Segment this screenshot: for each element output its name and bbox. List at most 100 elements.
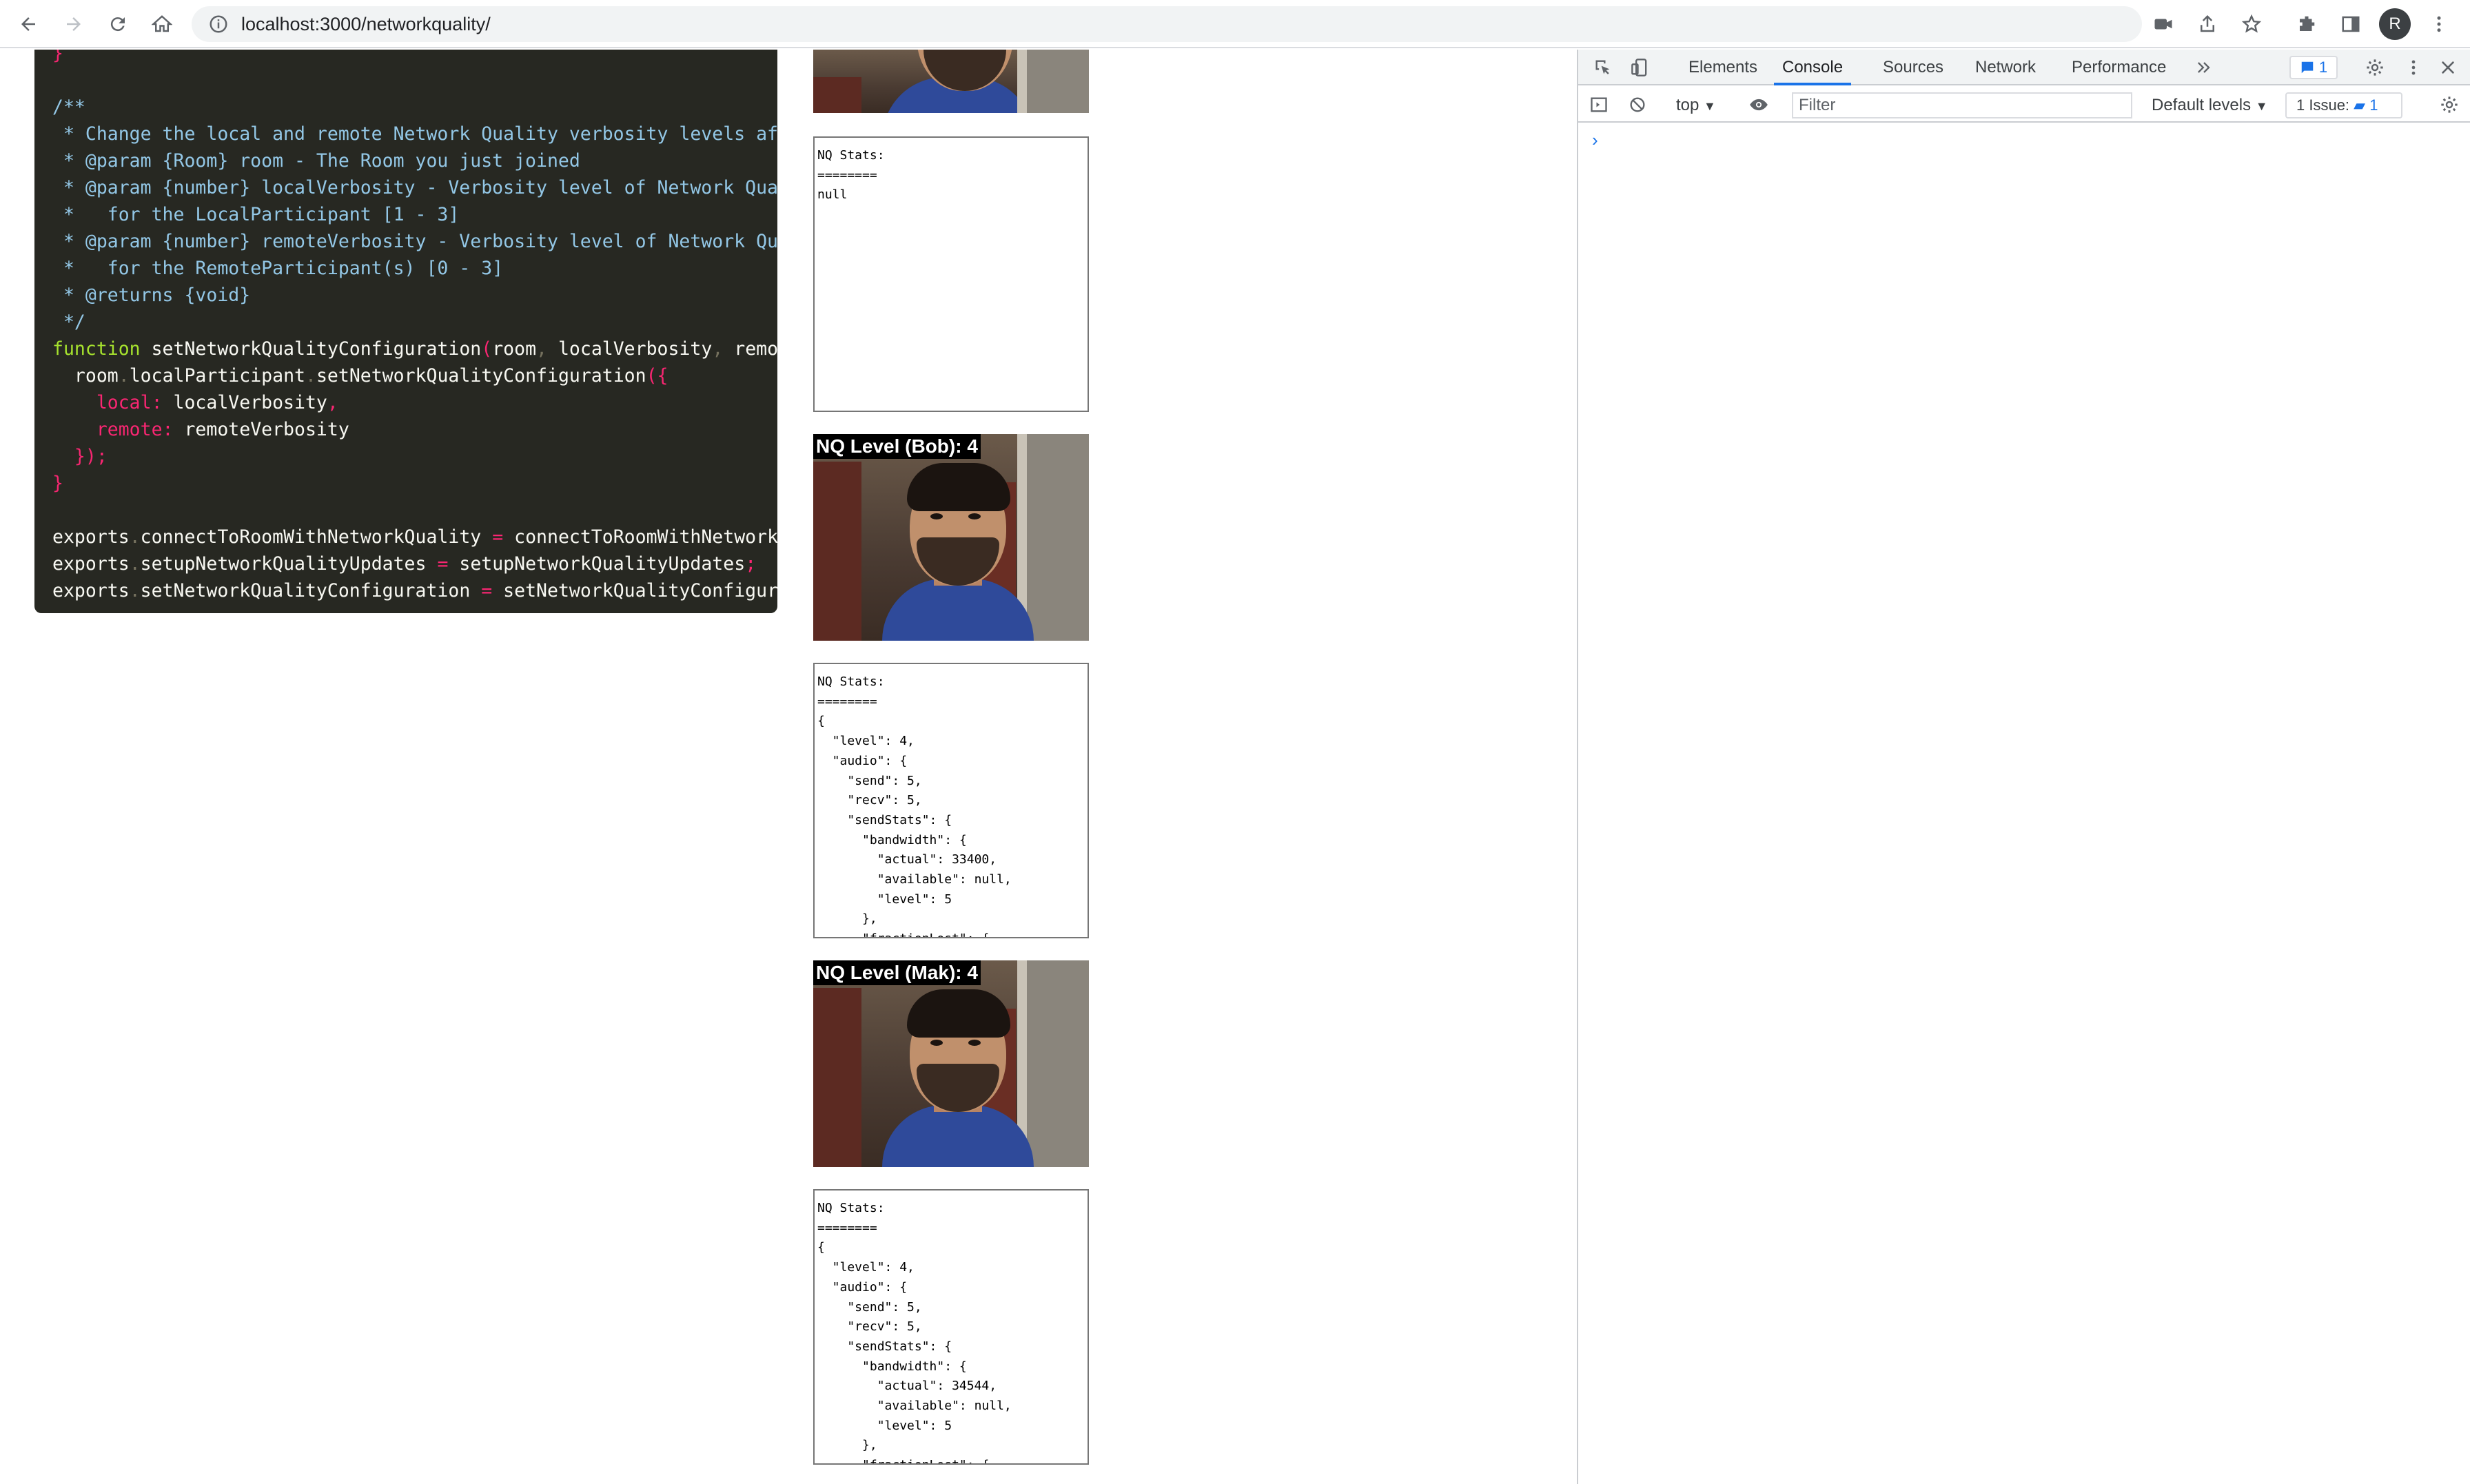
code-token: (: [481, 338, 493, 360]
tab-sources[interactable]: Sources: [1883, 50, 1943, 85]
tab-console[interactable]: Console: [1774, 50, 1852, 85]
code-token: ;: [745, 553, 757, 575]
extensions-button[interactable]: [2291, 8, 2323, 40]
messages-badge[interactable]: 1: [2289, 56, 2338, 79]
code-token: * @param {Room} room - The Room you just…: [52, 150, 580, 172]
devtools-menu-button[interactable]: [2402, 56, 2425, 79]
code-token: remote: [52, 419, 163, 440]
code-line: * for the LocalParticipant [1 - 3]: [52, 201, 459, 228]
inspect-cursor-icon: [1595, 60, 1610, 74]
share-button[interactable]: [2192, 8, 2223, 40]
console-prompt[interactable]: ›: [1592, 130, 1598, 151]
tab-performance[interactable]: Performance: [2072, 50, 2166, 85]
address-bar[interactable]: localhost:3000/networkquality/: [192, 6, 2142, 42]
forward-button[interactable]: [57, 7, 91, 41]
side-panel-button[interactable]: [2335, 8, 2367, 40]
code-token: setNetworkQualityConfiguration: [316, 365, 646, 387]
device-icon: [1631, 59, 1647, 76]
bob-stats-box: NQ Stats: ======== { "level": 4, "audio"…: [813, 663, 1089, 938]
dropdown-arrow-icon: ▼: [1704, 99, 1716, 113]
issues-button[interactable]: 1 Issue: ▰ 1: [2285, 92, 2402, 118]
kebab-menu-icon: [2437, 16, 2441, 32]
home-button[interactable]: [145, 7, 179, 41]
code-token: setNetworkQualityConfiguration: [151, 338, 482, 360]
local-stats-text: NQ Stats: ======== null: [817, 148, 885, 203]
log-levels-selector[interactable]: Default levels ▼: [2152, 92, 2268, 118]
code-token: =: [437, 553, 460, 575]
live-expression-button[interactable]: [1748, 94, 1770, 116]
clear-console-button[interactable]: [1626, 94, 1649, 116]
inspect-element-button[interactable]: [1592, 56, 1614, 79]
code-token: localVerbosity: [173, 392, 327, 413]
eye-icon: [1750, 99, 1768, 111]
gear-icon: [2367, 59, 2383, 76]
camera-icon: [2154, 19, 2172, 30]
tab-network[interactable]: Network: [1975, 50, 2036, 85]
close-icon: [2441, 61, 2455, 74]
devtools-settings-button[interactable]: [2364, 56, 2386, 79]
home-icon: [152, 15, 172, 32]
tab-elements[interactable]: Elements: [1688, 50, 1757, 85]
code-token: exports: [52, 526, 130, 548]
console-settings-button[interactable]: [2438, 94, 2460, 116]
code-token: .: [305, 365, 316, 387]
code-token: :: [162, 419, 185, 440]
reload-button[interactable]: [101, 7, 135, 41]
console-filter-input[interactable]: Filter: [1792, 92, 2132, 118]
code-line: exports.setNetworkQualityConfiguration =…: [52, 577, 777, 604]
code-token: connectToRoomWithNetworkQu: [514, 526, 777, 548]
code-token: ,: [536, 338, 558, 360]
gear-icon: [2441, 96, 2458, 113]
code-line: * @returns {void}: [52, 282, 250, 309]
code-line: * @param {number} localVerbosity - Verbo…: [52, 174, 777, 201]
code-token: room: [52, 365, 119, 387]
reload-icon: [110, 17, 125, 32]
block-icon: [1630, 97, 1645, 112]
code-line: * for the RemoteParticipant(s) [0 - 3]: [52, 255, 503, 282]
nq-level-label-bob: NQ Level (Bob): 4: [813, 434, 981, 459]
code-token: setNetworkQualityConfigurat: [503, 580, 777, 601]
url-text: localhost:3000/networkquality/: [241, 13, 491, 34]
bookmark-button[interactable]: [2236, 8, 2267, 40]
code-token: connectToRoomWithNetworkQuality: [140, 526, 493, 548]
browser-menu-button[interactable]: [2423, 8, 2455, 40]
console-output[interactable]: ›: [1578, 124, 2470, 1484]
more-tabs-button[interactable]: [2193, 56, 2215, 79]
issues-count: 1: [2369, 96, 2378, 114]
page-content: } /** * Change the local and remote Netwo…: [0, 50, 1577, 1484]
camera-in-use-button[interactable]: [2147, 8, 2179, 40]
context-selector[interactable]: top ▼: [1676, 92, 1716, 118]
code-line: });: [52, 443, 108, 470]
show-sidebar-button[interactable]: [1588, 94, 1610, 116]
code-line: */: [52, 309, 85, 336]
code-token: localVerbosity: [558, 338, 713, 360]
code-token: * Change the local and remote Network Qu…: [52, 123, 777, 145]
close-devtools-button[interactable]: [2437, 56, 2459, 79]
code-line: * @param {Room} room - The Room you just…: [52, 147, 580, 174]
back-button[interactable]: [11, 7, 45, 41]
console-toolbar: top ▼ Filter Default levels ▼ 1 Issue: ▰…: [1578, 87, 2470, 123]
code-block: } /** * Change the local and remote Netwo…: [34, 50, 777, 613]
code-token: * @param {number} remoteVerbosity - Verb…: [52, 231, 777, 252]
code-token: exports: [52, 553, 130, 575]
code-token: .: [129, 580, 141, 601]
code-token: });: [52, 446, 108, 467]
code-token: =: [481, 580, 504, 601]
bob-stats-text: NQ Stats: ======== { "level": 4, "audio"…: [817, 674, 1012, 937]
device-toolbar-button[interactable]: [1629, 56, 1651, 79]
code-token: localParticipant: [129, 365, 305, 387]
code-token: room: [492, 338, 537, 360]
issues-label: 1 Issue:: [2296, 96, 2350, 114]
code-line: * @param {number} remoteVerbosity - Verb…: [52, 228, 777, 255]
puzzle-icon: [2300, 16, 2315, 31]
messages-count: 1: [2318, 59, 2328, 76]
dropdown-arrow-icon: ▼: [2255, 99, 2268, 113]
profile-avatar[interactable]: R: [2379, 8, 2411, 40]
code-token: exports: [52, 580, 130, 601]
nq-level-label-mak: NQ Level (Mak): 4: [813, 960, 981, 985]
code-token: /**: [52, 96, 85, 118]
site-info-icon[interactable]: [208, 14, 229, 34]
code-token: */: [52, 311, 85, 333]
code-token: setupNetworkQualityUpdates: [140, 553, 438, 575]
devtools-tab-bar: Elements Console Sources Network Perform…: [1578, 50, 2470, 85]
